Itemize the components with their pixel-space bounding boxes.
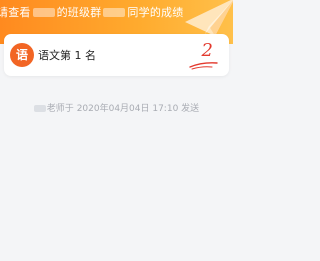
banner-text-part3: 同学的成绩 [127,6,184,19]
banner-text-part1: 请查看 [0,6,31,19]
banner-text: 请查看 的班级群 同学的成绩 [0,4,183,20]
rank-number: 2 [201,40,213,61]
sent-info: 老师于 2020年04月04日 17:10 发送 [0,101,233,114]
redacted-student-name [103,8,126,17]
underline-swoosh-icon [189,62,218,70]
sender-suffix: 老师于 [46,104,74,114]
banner-text-part2: 的班级群 [56,6,102,19]
redacted-teacher-name [33,105,46,112]
subject-rank-card[interactable]: 语 语文第 1 名 2 [4,34,229,76]
sent-action: 发送 [181,104,200,114]
sent-datetime: 2020年04月04日 17:10 [76,104,179,114]
redacted-class-name [32,8,55,17]
subject-badge-icon: 语 [10,43,34,67]
subject-rank-label: 语文第 1 名 [38,49,96,62]
